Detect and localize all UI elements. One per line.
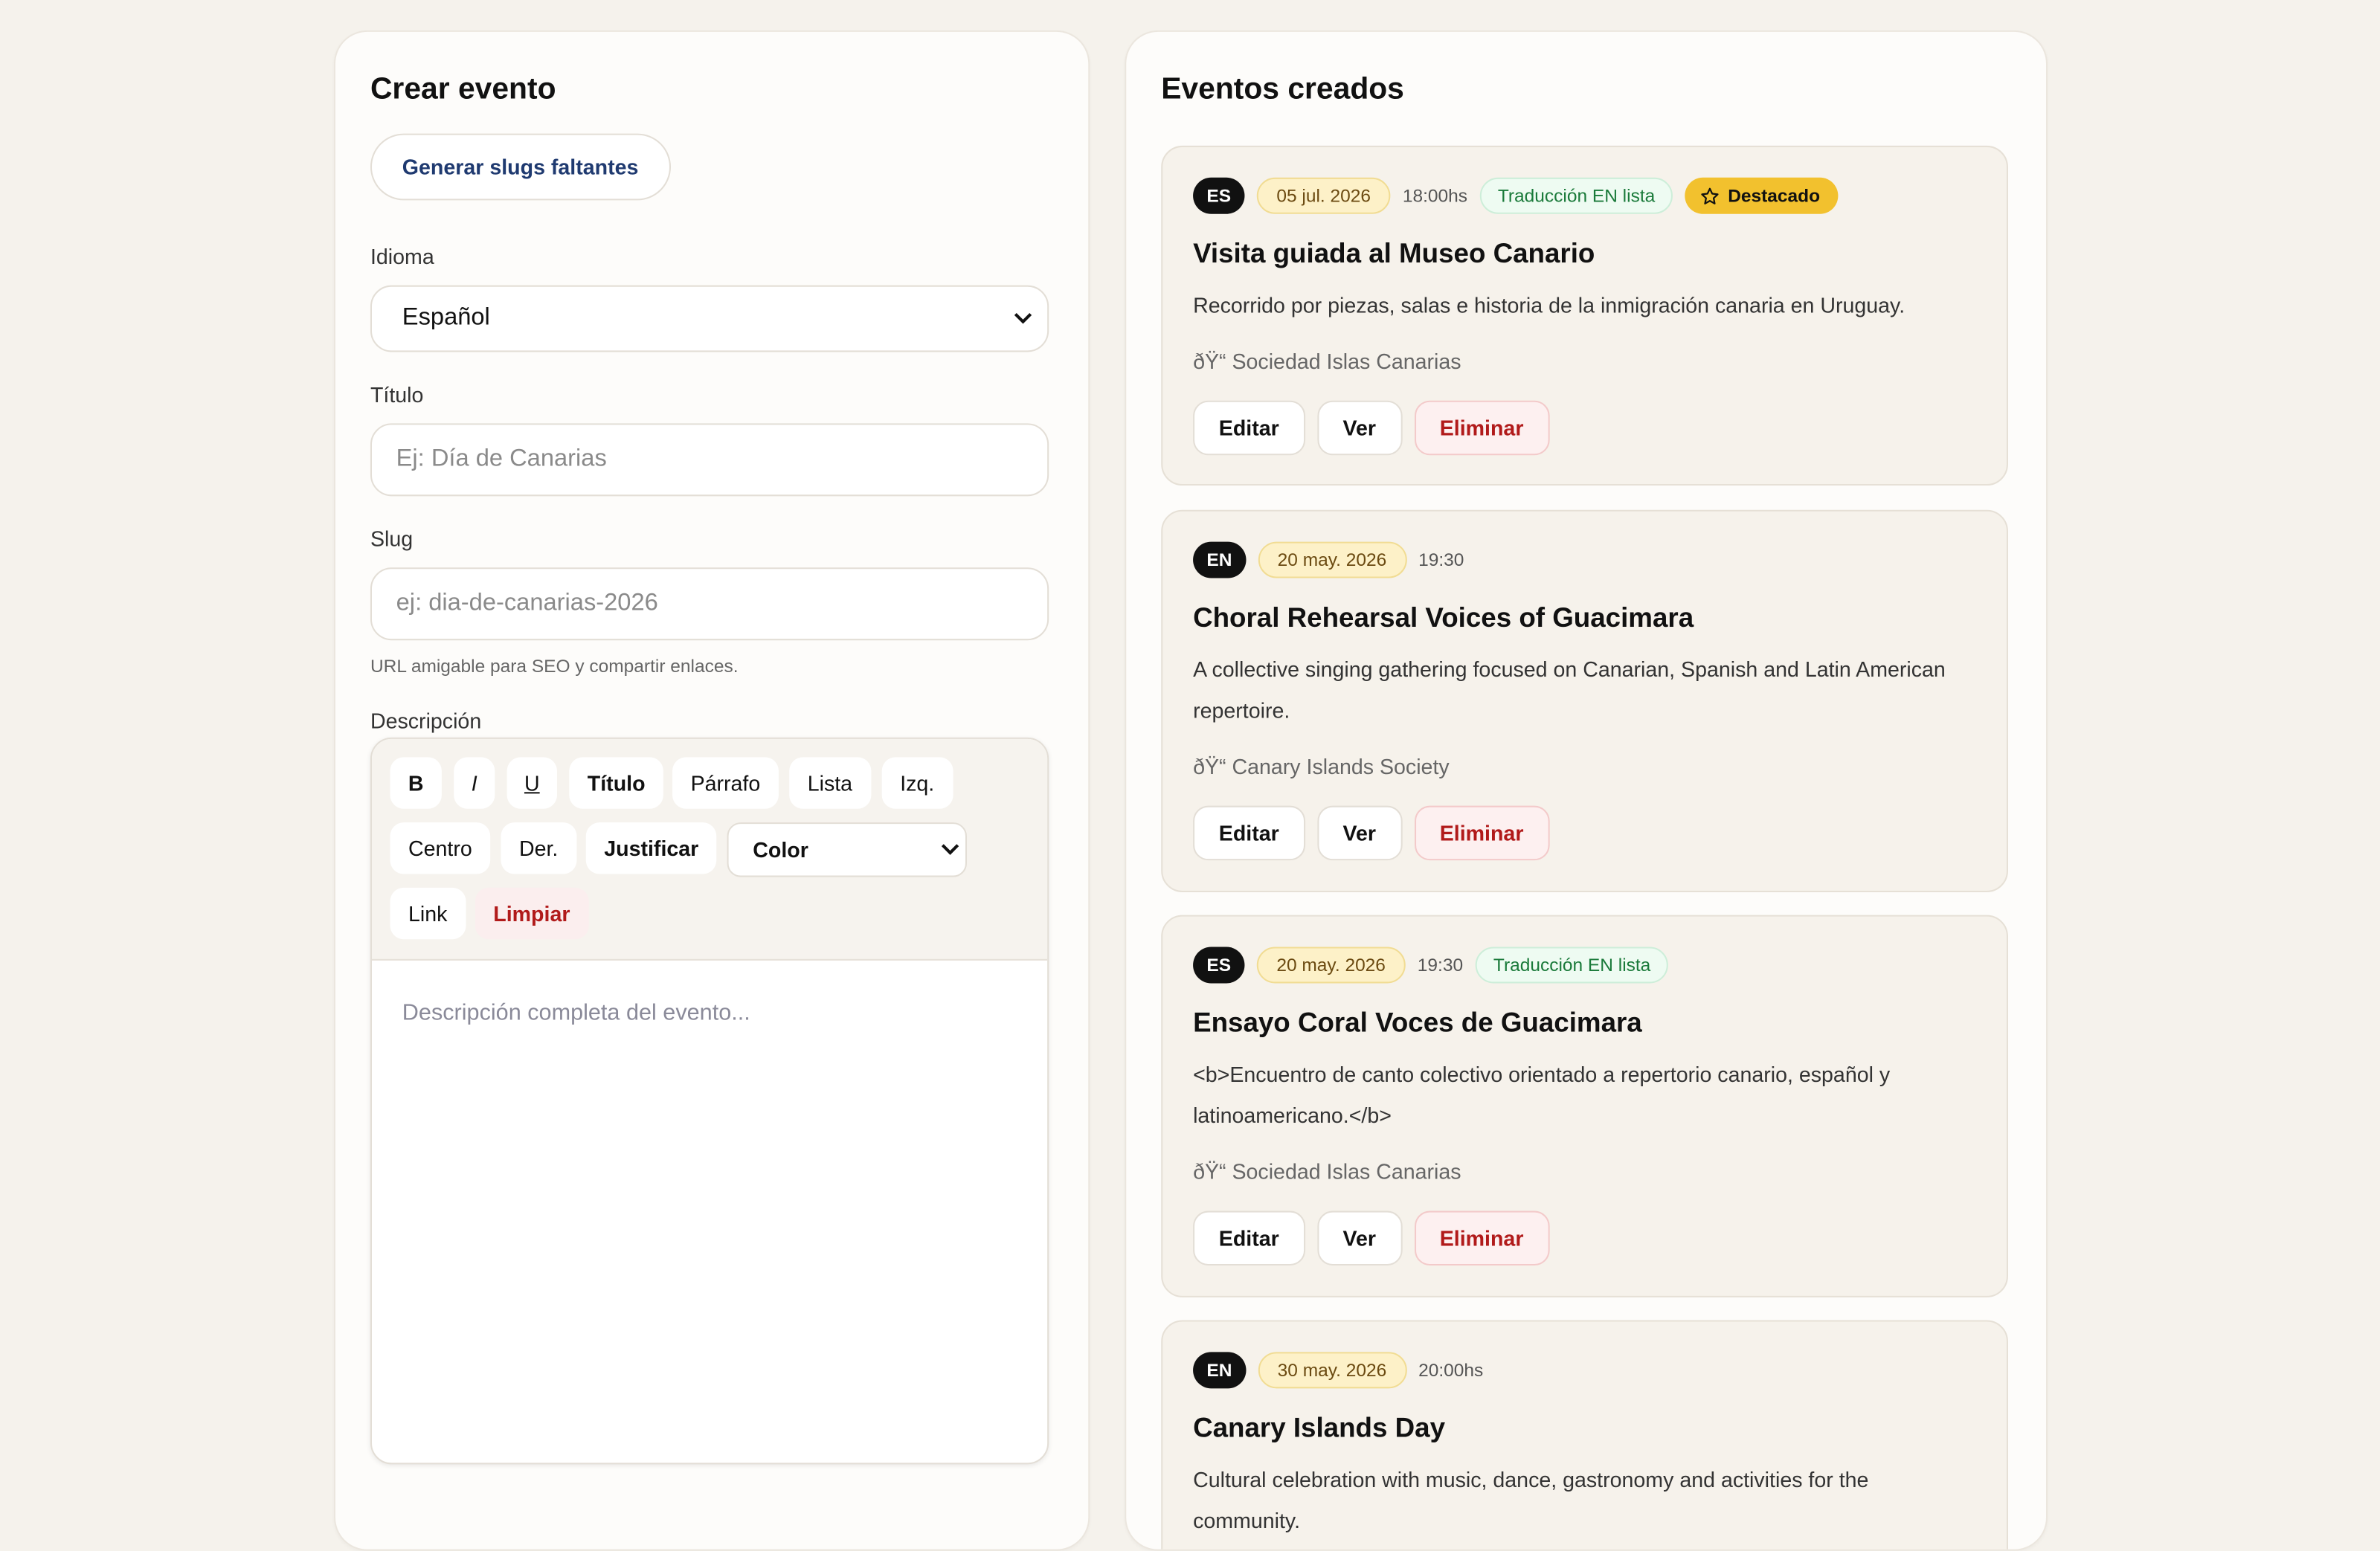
align-left-button[interactable]: Izq. xyxy=(881,757,953,809)
description-label: Descripción xyxy=(370,709,482,733)
event-time: 20:00hs xyxy=(1418,1359,1484,1381)
slug-input[interactable]: ej: dia-de-canarias-2026 xyxy=(370,567,1049,641)
event-badges: ES 05 jul. 2026 18:00hs Traducción EN li… xyxy=(1193,177,1839,214)
event-time: 19:30 xyxy=(1418,549,1464,571)
date-badge: 30 may. 2026 xyxy=(1258,1352,1406,1389)
event-card: ES 05 jul. 2026 18:00hs Traducción EN li… xyxy=(1161,145,2008,486)
paragraph-button[interactable]: Párrafo xyxy=(672,757,779,809)
event-actions: Editar Ver Eliminar xyxy=(1193,1210,1561,1266)
color-select-value: Color xyxy=(753,837,808,862)
delete-button[interactable]: Eliminar xyxy=(1414,400,1550,456)
event-organizer: ðŸ“ Sociedad Islas Canarias xyxy=(1193,349,1461,374)
language-badge: ES xyxy=(1193,947,1245,984)
edit-button[interactable]: Editar xyxy=(1193,400,1305,456)
edit-button[interactable]: Editar xyxy=(1193,1210,1305,1266)
heading-button[interactable]: Título xyxy=(569,757,664,809)
event-description: <b>Encuentro de canto colectivo orientad… xyxy=(1193,1062,1891,1128)
event-card: ES 20 may. 2026 19:30 Traducción EN list… xyxy=(1161,915,2008,1297)
star-icon xyxy=(1702,187,1720,204)
delete-button[interactable]: Eliminar xyxy=(1414,1210,1550,1266)
slug-label: Slug xyxy=(370,526,414,551)
link-button[interactable]: Link xyxy=(390,887,466,940)
event-title: Visita guiada al Museo Canario xyxy=(1193,238,1595,269)
language-badge: EN xyxy=(1193,1352,1246,1389)
event-description: A collective singing gathering focused o… xyxy=(1193,657,1946,723)
translation-badge: Traducción EN lista xyxy=(1479,177,1673,214)
view-button[interactable]: Ver xyxy=(1316,805,1402,861)
language-badge: ES xyxy=(1193,177,1245,214)
italic-button[interactable]: I xyxy=(454,757,495,809)
create-event-heading: Crear evento xyxy=(370,72,556,106)
edit-button[interactable]: Editar xyxy=(1193,805,1305,861)
bold-button[interactable]: B xyxy=(390,757,442,809)
create-event-panel: Crear evento Generar slugs faltantes Idi… xyxy=(333,30,1090,1551)
language-select[interactable]: Español xyxy=(370,285,1049,352)
event-title: Canary Islands Day xyxy=(1193,1412,1446,1443)
view-button[interactable]: Ver xyxy=(1316,1210,1402,1266)
clear-format-button[interactable]: Limpiar xyxy=(475,887,588,940)
event-description: Cultural celebration with music, dance, … xyxy=(1193,1467,1869,1533)
language-badge: EN xyxy=(1193,541,1246,578)
underline-button[interactable]: U xyxy=(506,757,557,809)
title-input-placeholder: Ej: Día de Canarias xyxy=(396,445,607,472)
view-button[interactable]: Ver xyxy=(1316,400,1402,456)
justify-button[interactable]: Justificar xyxy=(585,822,717,874)
event-time: 18:00hs xyxy=(1402,184,1468,207)
event-time: 19:30 xyxy=(1417,954,1464,976)
event-organizer: ðŸ“ Canary Islands Society xyxy=(1193,754,1450,778)
event-organizer: ðŸ“ Sociedad Islas Canarias xyxy=(1193,1159,1461,1184)
chevron-down-icon xyxy=(1014,313,1032,324)
generate-slugs-button[interactable]: Generar slugs faltantes xyxy=(370,133,671,201)
event-badges: ES 20 may. 2026 19:30 Traducción EN list… xyxy=(1193,947,1681,984)
color-select[interactable]: Color xyxy=(727,822,967,877)
featured-badge: Destacado xyxy=(1685,177,1839,214)
event-actions: Editar Ver Eliminar xyxy=(1193,400,1561,456)
featured-label: Destacado xyxy=(1728,184,1821,207)
event-badges: EN 30 may. 2026 20:00hs xyxy=(1193,1352,1496,1389)
editor-toolbar: B I U Título Párrafo Lista Izq. Centro D… xyxy=(371,738,1048,961)
date-badge: 05 jul. 2026 xyxy=(1256,177,1391,214)
events-heading: Eventos creados xyxy=(1161,72,1404,106)
description-placeholder: Descripción completa del evento... xyxy=(402,999,750,1026)
date-badge: 20 may. 2026 xyxy=(1256,947,1406,984)
list-button[interactable]: Lista xyxy=(789,757,871,809)
event-actions: Editar Ver Eliminar xyxy=(1193,805,1561,861)
event-badges: EN 20 may. 2026 19:30 xyxy=(1193,541,1476,578)
event-title: Choral Rehearsal Voices of Guacimara xyxy=(1193,602,1694,633)
description-editor: B I U Título Párrafo Lista Izq. Centro D… xyxy=(370,737,1049,1465)
slug-hint: URL amigable para SEO y compartir enlace… xyxy=(370,655,739,677)
language-select-value: Español xyxy=(402,305,490,331)
slug-input-placeholder: ej: dia-de-canarias-2026 xyxy=(396,590,658,616)
date-badge: 20 may. 2026 xyxy=(1258,541,1406,578)
event-title: Ensayo Coral Voces de Guacimara xyxy=(1193,1007,1642,1038)
event-card: EN 30 may. 2026 20:00hs Canary Islands D… xyxy=(1161,1320,2008,1550)
translation-badge: Traducción EN lista xyxy=(1475,947,1669,984)
align-right-button[interactable]: Der. xyxy=(501,822,576,874)
event-card: EN 20 may. 2026 19:30 Choral Rehearsal V… xyxy=(1161,509,2008,892)
delete-button[interactable]: Eliminar xyxy=(1414,805,1550,861)
title-input[interactable]: Ej: Día de Canarias xyxy=(370,423,1049,497)
title-label: Título xyxy=(370,382,424,407)
events-panel: Eventos creados ES 05 jul. 2026 18:00hs … xyxy=(1125,30,2048,1551)
align-center-button[interactable]: Centro xyxy=(390,822,491,874)
event-description: Recorrido por piezas, salas e historia d… xyxy=(1193,292,1905,317)
language-label: Idioma xyxy=(370,244,434,269)
chevron-down-icon xyxy=(941,844,959,855)
